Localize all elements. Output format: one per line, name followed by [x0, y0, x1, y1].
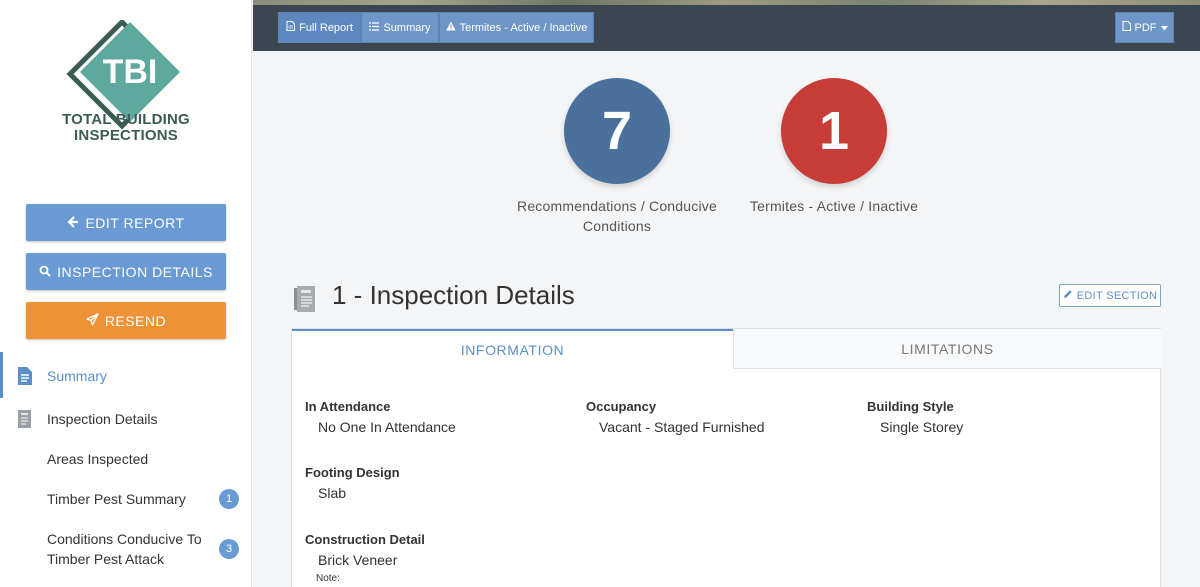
edit-report-button[interactable]: EDIT REPORT: [26, 204, 226, 241]
sidebar-item-conditions-conducive[interactable]: Conditions Conducive To Timber Pest Atta…: [0, 529, 252, 569]
field-label: In Attendance: [305, 399, 391, 414]
pencil-icon: [1063, 289, 1073, 302]
warning-icon: [445, 21, 456, 34]
sidebar-item-timber-pest-summary[interactable]: Timber Pest Summary 1: [0, 489, 252, 509]
sidebar-item-label-line-1: Conditions Conducive To: [47, 531, 202, 547]
field-in-attendance: In Attendance No One In Attendance: [305, 398, 456, 436]
termites-caption: Termites - Active / Inactive: [733, 196, 935, 216]
tab-information[interactable]: INFORMATION: [292, 329, 733, 369]
recommendations-caption-line-2: Conditions: [582, 218, 652, 234]
file-icon: [1122, 21, 1131, 34]
full-report-button[interactable]: Full Report: [278, 12, 361, 43]
logo-line-2: INSPECTIONS: [74, 127, 178, 144]
edit-section-button[interactable]: EDIT SECTION: [1059, 284, 1161, 307]
report-icon: [16, 409, 34, 432]
sidebar: TBI TOTAL BUILDING INSPECTIONS EDIT REPO…: [0, 0, 252, 587]
tab-limitations-label: LIMITATIONS: [901, 340, 994, 357]
tab-information-label: INFORMATION: [460, 342, 565, 358]
document-icon: [16, 366, 34, 389]
tbi-logo: TBI: [56, 18, 196, 170]
edit-report-label: EDIT REPORT: [85, 214, 185, 231]
note-label: Note:: [316, 573, 340, 584]
field-value: Slab: [318, 485, 347, 501]
report-section-icon: [294, 285, 318, 318]
count-badge: 3: [219, 539, 239, 559]
sidebar-item-label: Summary: [47, 368, 107, 384]
inspection-details-button[interactable]: INSPECTION DETAILS: [26, 253, 226, 290]
sidebar-item-areas-inspected[interactable]: Areas Inspected: [0, 449, 252, 469]
sidebar-item-label: Inspection Details: [47, 411, 158, 427]
search-icon: [39, 264, 51, 280]
field-label: Building Style: [867, 399, 954, 414]
inspection-details-label: INSPECTION DETAILS: [57, 263, 213, 280]
field-building-style: Building Style Single Storey: [867, 398, 963, 436]
termites-count: 1: [818, 101, 850, 161]
tab-limitations[interactable]: LIMITATIONS: [733, 329, 1161, 369]
paper-plane-icon: [86, 312, 99, 329]
field-occupancy: Occupancy Vacant - Staged Furnished: [586, 398, 765, 436]
field-label: Occupancy: [586, 399, 657, 414]
summary-label: Summary: [383, 21, 431, 34]
termites-caption-line-1: Termites - Active / Inactive: [749, 198, 919, 214]
field-construction-detail: Construction Detail Brick Veneer: [305, 531, 425, 569]
inspection-details-panel: INFORMATION LIMITATIONS In Attendance No…: [291, 328, 1161, 587]
field-value: No One In Attendance: [318, 419, 456, 435]
list-icon: [369, 21, 380, 34]
file-icon: [286, 21, 296, 34]
pdf-dropdown-button[interactable]: PDF: [1115, 12, 1174, 43]
termites-label: Termites - Active / Inactive: [459, 21, 588, 34]
pdf-label: PDF: [1134, 21, 1157, 34]
count-badge: 1: [219, 489, 239, 509]
header-image-strip: [253, 0, 1200, 5]
resend-button[interactable]: RESEND: [26, 302, 226, 339]
report-main: 7 Recommendations / Conducive Conditions…: [253, 51, 1200, 587]
termites-count-circle[interactable]: 1: [781, 78, 887, 184]
field-value: Vacant - Staged Furnished: [599, 419, 765, 435]
sidebar-item-label: Timber Pest Summary: [47, 491, 186, 507]
resend-label: RESEND: [104, 312, 167, 329]
termites-button[interactable]: Termites - Active / Inactive: [439, 12, 594, 43]
recommendations-count: 7: [601, 101, 633, 161]
logo-line-1: TOTAL BUILDING: [62, 111, 190, 128]
sidebar-item-inspection-details[interactable]: Inspection Details: [0, 409, 252, 429]
report-toolbar: Full Report Summary Termites - Active / …: [253, 0, 1200, 51]
sidebar-item-summary[interactable]: Summary: [0, 366, 252, 386]
recommendations-count-circle[interactable]: 7: [564, 78, 670, 184]
arrow-left-icon: [67, 215, 79, 231]
sidebar-item-label: Areas Inspected: [47, 451, 149, 467]
logo-wordmark: TOTAL BUILDING INSPECTIONS: [0, 112, 252, 144]
edit-section-label: EDIT SECTION: [1076, 289, 1158, 302]
caret-down-icon: [1160, 22, 1168, 34]
full-report-label: Full Report: [299, 21, 353, 34]
field-footing-design: Footing Design Slab: [305, 464, 400, 502]
field-value: Single Storey: [880, 419, 964, 435]
sidebar-item-label-line-2: Timber Pest Attack: [47, 551, 164, 567]
recommendations-caption-line-1: Recommendations / Conducive: [517, 198, 717, 214]
summary-button[interactable]: Summary: [361, 12, 439, 43]
logo-abbrev: TBI: [103, 53, 158, 91]
section-title: 1 - Inspection Details: [332, 280, 575, 310]
recommendations-caption: Recommendations / Conducive Conditions: [516, 196, 718, 236]
field-label: Footing Design: [305, 465, 400, 480]
field-label: Construction Detail: [305, 532, 425, 547]
field-value: Brick Veneer: [318, 552, 398, 568]
